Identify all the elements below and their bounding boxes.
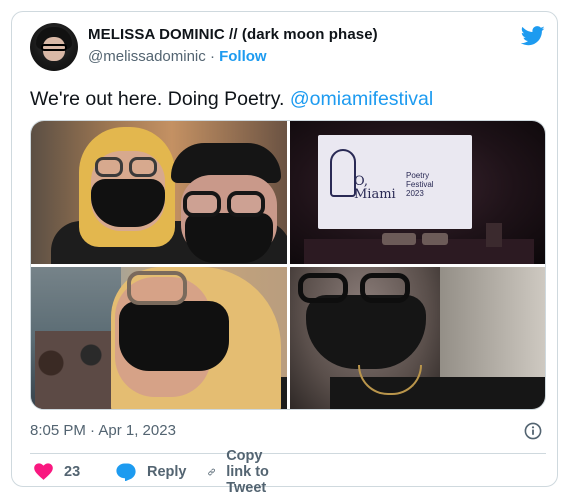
photo-figure xyxy=(129,157,157,177)
info-icon[interactable] xyxy=(524,422,542,440)
photo-figure xyxy=(227,191,265,217)
separator-dot: · xyxy=(209,48,215,65)
display-name[interactable]: MELISSA DOMINIC // (dark moon phase) xyxy=(88,26,378,43)
tweet-card: MELISSA DOMINIC // (dark moon phase) @me… xyxy=(11,11,558,496)
screen-festival-text: Poetry Festival 2023 xyxy=(406,171,434,198)
photo-selfie-two-women[interactable] xyxy=(31,121,287,264)
avatar[interactable] xyxy=(30,23,78,71)
reply-bubble-icon xyxy=(116,463,136,481)
stage-furniture xyxy=(382,233,416,245)
divider xyxy=(30,453,546,454)
handle[interactable]: @melissadominic xyxy=(88,48,206,65)
photo-figure xyxy=(119,301,229,371)
photo-figure xyxy=(183,191,221,217)
handle-row: @melissadominic · Follow xyxy=(88,48,267,65)
link-icon xyxy=(208,468,215,476)
stage-furniture xyxy=(422,233,448,245)
reply-label: Reply xyxy=(147,464,187,480)
reply-button[interactable]: Reply xyxy=(116,459,187,485)
photo-festival-screen[interactable]: O, Miami Poetry Festival 2023 xyxy=(290,121,545,264)
photo-selfie-blonde[interactable] xyxy=(31,267,287,409)
media-grid: O, Miami Poetry Festival 2023 xyxy=(30,120,546,410)
tweet-text-body: We're out here. Doing Poetry. xyxy=(30,88,290,110)
photo-background xyxy=(35,331,115,409)
stage-podium xyxy=(486,223,502,247)
photo-figure xyxy=(95,157,123,177)
photo-selfie-mask[interactable] xyxy=(290,267,545,409)
twitter-bird-icon[interactable] xyxy=(521,26,545,46)
photo-figure xyxy=(91,179,165,227)
screen-logo-text: O, Miami xyxy=(354,174,396,202)
photo-figure xyxy=(298,273,348,303)
flamingo-logo-icon xyxy=(330,149,356,197)
avatar-glasses xyxy=(41,44,67,51)
like-button[interactable]: 23 xyxy=(34,459,80,485)
like-count: 23 xyxy=(64,464,81,480)
mention-link[interactable]: @omiamifestival xyxy=(290,88,433,110)
heart-icon xyxy=(34,463,53,480)
projection-screen: O, Miami Poetry Festival 2023 xyxy=(318,135,472,229)
follow-button[interactable]: Follow xyxy=(219,48,267,65)
photo-figure xyxy=(185,213,273,263)
photo-figure xyxy=(127,271,187,305)
copy-link-button[interactable]: Copy link to Tweet xyxy=(208,448,277,496)
tweet-timestamp[interactable]: 8:05 PM · Apr 1, 2023 xyxy=(30,422,176,439)
tweet-text: We're out here. Doing Poetry. @omiamifes… xyxy=(30,88,433,111)
photo-figure xyxy=(360,273,410,303)
